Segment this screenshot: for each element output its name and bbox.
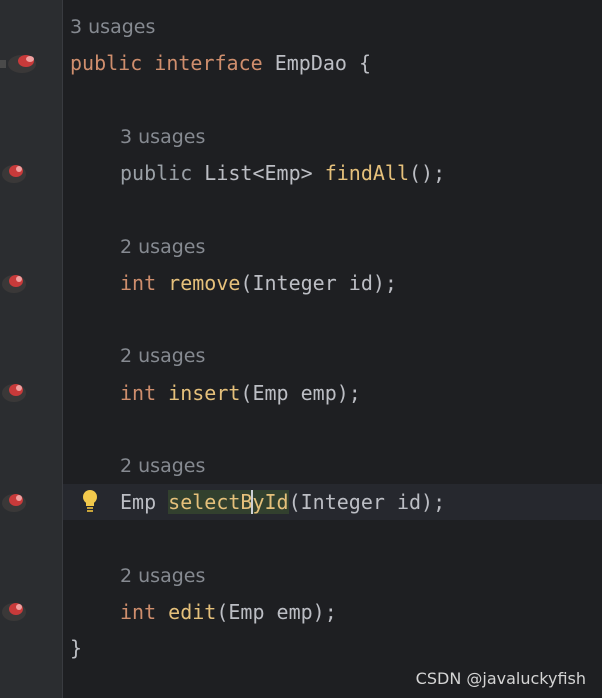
watermark: CSDN @javaluckyfish — [415, 669, 586, 688]
method-selectById[interactable]: Emp selectById(Integer id); — [120, 488, 445, 516]
method-params: (); — [409, 161, 446, 185]
return-type: int — [120, 600, 157, 624]
implementation-marker-icon[interactable] — [0, 50, 40, 76]
lightbulb-icon[interactable] — [80, 488, 100, 514]
return-type[interactable]: List<Emp> — [204, 161, 312, 185]
method-findAll[interactable]: public List<Emp> findAll(); — [120, 159, 445, 187]
implementation-marker-icon[interactable] — [0, 598, 40, 624]
usage-hint[interactable]: 2 usages — [120, 455, 205, 477]
usage-hint[interactable]: 3 usages — [70, 16, 155, 38]
interface-declaration[interactable]: public interface EmpDao { — [70, 49, 371, 77]
method-params: (Integer id); — [288, 490, 446, 514]
interface-name[interactable]: EmpDao — [275, 51, 347, 75]
closing-brace: } — [70, 636, 83, 660]
return-type[interactable]: Emp — [120, 490, 156, 514]
method-name[interactable]: insert — [168, 381, 240, 405]
open-brace: { — [359, 51, 372, 75]
usage-hint[interactable]: 2 usages — [120, 236, 205, 258]
method-name[interactable]: findAll — [325, 161, 409, 185]
method-params: (Emp emp); — [216, 600, 337, 624]
usage-hint[interactable]: 2 usages — [120, 345, 205, 367]
implementation-marker-icon[interactable] — [0, 379, 40, 405]
method-name[interactable]: remove — [168, 271, 240, 295]
method-params: (Integer id); — [240, 271, 397, 295]
implementation-marker-icon[interactable] — [0, 270, 40, 296]
implementation-marker-icon[interactable] — [0, 489, 40, 515]
method-name[interactable]: edit — [168, 600, 216, 624]
editor-gutter — [0, 0, 63, 698]
method-edit[interactable]: int edit(Emp emp); — [120, 598, 337, 626]
interface-keyword: interface — [154, 51, 263, 75]
modifier-keyword: public — [70, 51, 143, 75]
modifier-keyword: public — [120, 161, 193, 185]
method-name[interactable]: selectById — [168, 490, 289, 514]
method-remove[interactable]: int remove(Integer id); — [120, 269, 397, 297]
usage-hint[interactable]: 3 usages — [120, 126, 205, 148]
method-params: (Emp emp); — [240, 381, 361, 405]
method-insert[interactable]: int insert(Emp emp); — [120, 379, 361, 407]
return-type: int — [120, 381, 157, 405]
return-type: int — [120, 271, 157, 295]
implementation-marker-icon[interactable] — [0, 160, 40, 186]
usage-hint[interactable]: 2 usages — [120, 565, 205, 587]
